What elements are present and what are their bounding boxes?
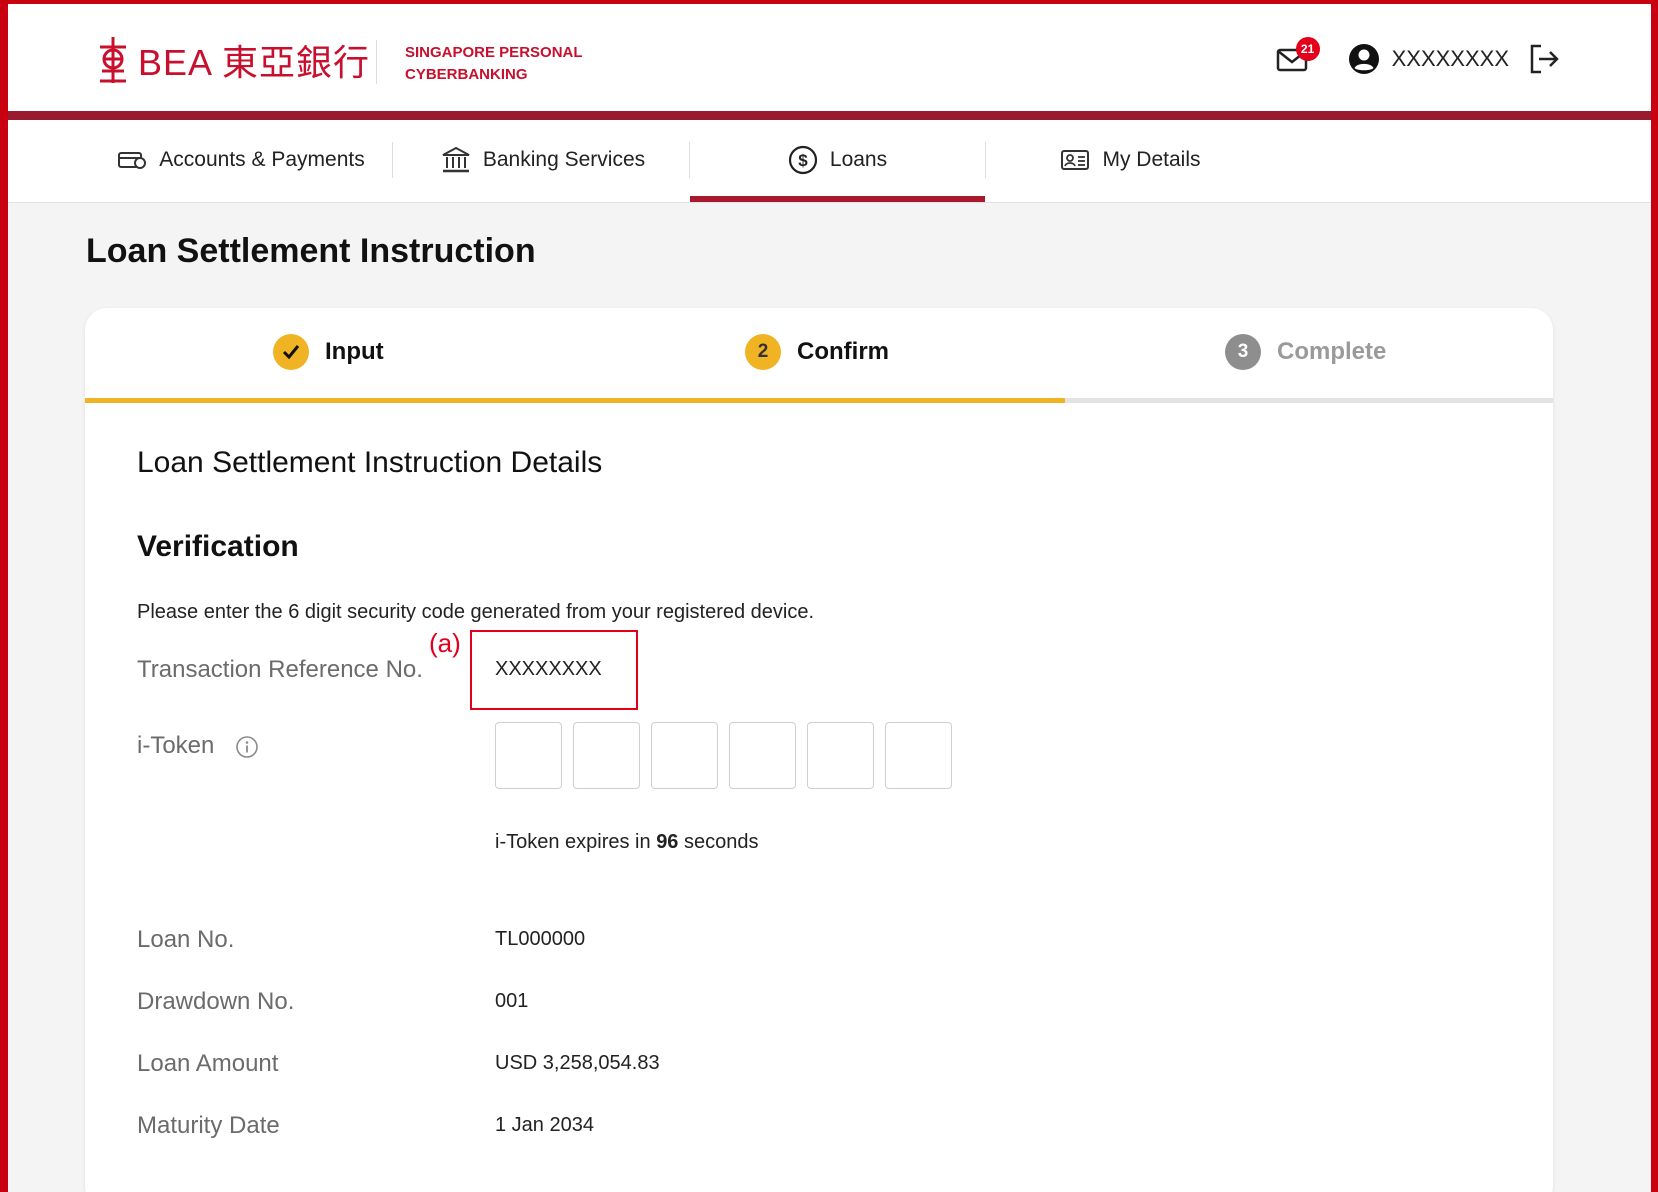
maturity-date-value: 1 Jan 2034 bbox=[495, 1114, 594, 1136]
user-icon[interactable] bbox=[1348, 43, 1380, 75]
logout-icon[interactable] bbox=[1527, 42, 1561, 76]
header-actions: 21 XXXXXXXX bbox=[1276, 37, 1561, 76]
nav-item-banking-services[interactable]: Banking Services bbox=[408, 120, 678, 200]
page-title: Loan Settlement Instruction bbox=[86, 232, 536, 270]
step-confirm: 2 Confirm bbox=[745, 334, 889, 370]
bea-logo-icon bbox=[100, 37, 126, 83]
step-number: 3 bbox=[1225, 334, 1261, 370]
svg-text:$: $ bbox=[798, 151, 808, 170]
nav-item-my-details[interactable]: My Details bbox=[1048, 120, 1213, 200]
ref-no-label: Transaction Reference No. bbox=[137, 656, 423, 683]
itoken-expiry: i-Token expires in 96 seconds bbox=[495, 831, 759, 854]
expiry-prefix: i-Token expires in bbox=[495, 831, 657, 853]
maturity-date-label: Maturity Date bbox=[137, 1112, 280, 1139]
main-nav: Accounts & Payments Banking Services $ L… bbox=[8, 120, 1651, 203]
step-input: Input bbox=[273, 334, 384, 370]
bea-logo[interactable]: BEA 東亞銀行 bbox=[96, 34, 370, 86]
username: XXXXXXXX bbox=[1391, 46, 1509, 71]
nav-active-indicator bbox=[690, 196, 985, 202]
itoken-label-text: i-Token bbox=[137, 732, 215, 759]
expiry-seconds: 96 bbox=[656, 831, 679, 853]
itoken-digit-5[interactable] bbox=[807, 722, 874, 789]
app-frame: BEA 東亞銀行 SINGAPORE PERSONAL CYBERBANKING… bbox=[8, 4, 1651, 1192]
logo-divider bbox=[376, 40, 377, 84]
mailbox-button[interactable]: 21 bbox=[1276, 37, 1320, 73]
bank-icon bbox=[442, 146, 470, 173]
loan-amount-label: Loan Amount bbox=[137, 1050, 279, 1077]
expiry-suffix: seconds bbox=[678, 831, 759, 853]
itoken-digit-6[interactable] bbox=[885, 722, 952, 789]
itoken-digit-4[interactable] bbox=[729, 722, 796, 789]
nav-label: Banking Services bbox=[482, 148, 646, 171]
progress-fill bbox=[85, 398, 1065, 403]
drawdown-no-value: 001 bbox=[495, 990, 529, 1012]
brand-name: BEA 東亞銀行 bbox=[138, 42, 371, 83]
header-accent-bar bbox=[8, 111, 1651, 120]
itoken-digit-3[interactable] bbox=[651, 722, 718, 789]
settlement-card: Input 2 Confirm 3 Complete Loan Settleme… bbox=[85, 308, 1553, 1192]
verification-instruction: Please enter the 6 digit security code g… bbox=[137, 601, 815, 623]
itoken-input-group bbox=[495, 722, 963, 789]
itoken-digit-2[interactable] bbox=[573, 722, 640, 789]
drawdown-no-label: Drawdown No. bbox=[137, 988, 295, 1015]
loan-no-value: TL000000 bbox=[495, 928, 586, 950]
step-label: Complete bbox=[1277, 338, 1387, 365]
loan-amount-value: USD 3,258,054.83 bbox=[495, 1052, 660, 1074]
ref-no-value: XXXXXXXX bbox=[495, 658, 602, 680]
loan-no-label: Loan No. bbox=[137, 926, 235, 953]
site-subtitle-line1: SINGAPORE PERSONAL bbox=[405, 44, 583, 61]
section-title: Loan Settlement Instruction Details bbox=[137, 446, 603, 479]
step-label: Input bbox=[325, 338, 384, 365]
nav-separator bbox=[392, 142, 393, 178]
step-number: 2 bbox=[745, 334, 781, 370]
annotation-label: (a) bbox=[429, 628, 461, 658]
step-label: Confirm bbox=[797, 338, 889, 365]
site-subtitle-line2: CYBERBANKING bbox=[405, 66, 528, 83]
info-icon[interactable] bbox=[235, 735, 259, 759]
itoken-label: i-Token bbox=[137, 732, 259, 760]
site-subtitle: SINGAPORE PERSONAL CYBERBANKING bbox=[405, 42, 583, 86]
check-icon bbox=[273, 334, 309, 370]
nav-separator bbox=[985, 142, 986, 178]
id-card-icon bbox=[1061, 150, 1090, 170]
step-complete: 3 Complete bbox=[1225, 334, 1386, 370]
wallet-icon bbox=[118, 152, 147, 169]
nav-label: My Details bbox=[1102, 148, 1201, 171]
nav-item-loans[interactable]: $ Loans bbox=[690, 120, 985, 200]
mail-count-badge: 21 bbox=[1295, 37, 1320, 61]
nav-label: Loans bbox=[829, 148, 888, 171]
verification-title: Verification bbox=[137, 530, 299, 563]
nav-item-accounts-payments[interactable]: Accounts & Payments bbox=[100, 120, 382, 200]
itoken-digit-1[interactable] bbox=[495, 722, 562, 789]
dollar-circle-icon: $ bbox=[788, 145, 817, 175]
stepper: Input 2 Confirm 3 Complete bbox=[85, 308, 1553, 404]
header: BEA 東亞銀行 SINGAPORE PERSONAL CYBERBANKING… bbox=[8, 4, 1651, 111]
nav-label: Accounts & Payments bbox=[159, 148, 365, 171]
